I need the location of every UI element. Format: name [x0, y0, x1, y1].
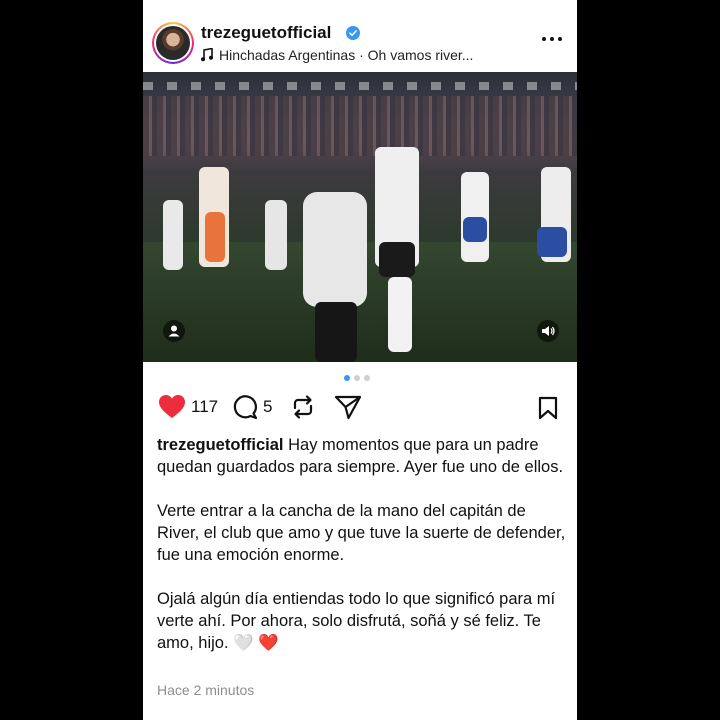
verified-badge-icon	[346, 26, 360, 40]
post-caption: trezeguetofficial Hay momentos que para …	[157, 434, 567, 676]
action-bar: 117 5	[143, 392, 577, 424]
music-note-icon	[201, 48, 213, 62]
caption-paragraph-2: Verte entrar a la cancha de la mano del …	[157, 502, 566, 564]
username[interactable]: trezeguetofficial	[201, 23, 331, 43]
more-options-icon[interactable]	[541, 32, 563, 46]
bookmark-icon	[538, 396, 558, 420]
comment-button[interactable]: 5	[232, 394, 272, 420]
like-count: 117	[191, 397, 219, 416]
heart-icon	[159, 395, 185, 418]
avatar-image	[156, 26, 190, 60]
save-button[interactable]	[537, 396, 559, 425]
sound-button[interactable]	[537, 320, 559, 342]
caption-username[interactable]: trezeguetofficial	[157, 436, 284, 454]
repost-button[interactable]	[290, 394, 316, 420]
music-link[interactable]: Hinchadas Argentinas · Oh vamos river...	[201, 47, 473, 63]
sound-icon	[542, 326, 555, 336]
music-label: Hinchadas Argentinas · Oh vamos river...	[219, 47, 474, 63]
like-button[interactable]: 117	[158, 394, 218, 420]
share-button[interactable]	[334, 394, 362, 420]
carousel-dot	[354, 375, 360, 381]
caption-paragraph-3: Ojalá algún día entiendas todo lo que si…	[157, 590, 556, 652]
instagram-post: trezeguetofficial Hinchadas Argentinas ·…	[143, 0, 577, 720]
avatar[interactable]	[152, 22, 194, 64]
tagged-users-button[interactable]	[163, 320, 185, 342]
post-photo[interactable]	[143, 72, 577, 362]
carousel-dot-active	[344, 375, 350, 381]
carousel-indicator	[344, 375, 370, 381]
share-icon	[334, 395, 362, 420]
comment-icon	[233, 395, 258, 420]
repost-icon	[293, 395, 313, 419]
post-timestamp: Hace 2 minutos	[157, 682, 255, 698]
post-header: trezeguetofficial Hinchadas Argentinas ·…	[143, 0, 577, 72]
carousel-dot	[364, 375, 370, 381]
comment-count: 5	[263, 397, 273, 416]
tagged-users-icon	[168, 325, 180, 337]
